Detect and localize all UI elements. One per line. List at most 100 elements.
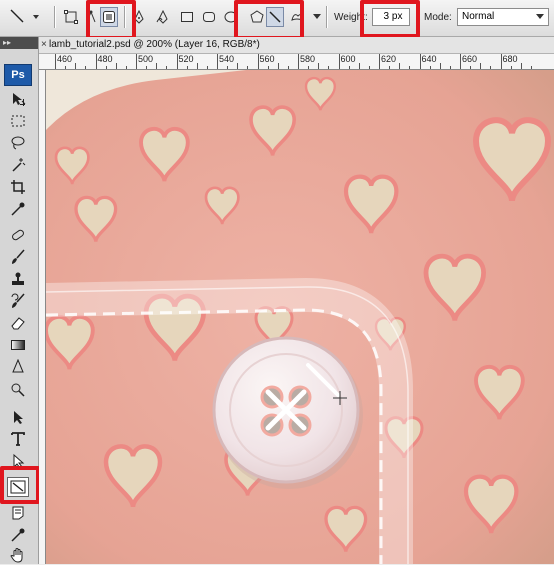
eraser-tool[interactable] [7, 313, 29, 333]
polygon-tool-button[interactable] [248, 7, 266, 27]
ruler-tick [85, 66, 87, 69]
mode-select[interactable]: Normal [457, 8, 549, 26]
path-selection-tool[interactable] [7, 407, 29, 427]
tools-panel: ▸▸ Ps [0, 37, 39, 564]
document-tab[interactable]: × lamb_tutorial2.psd @ 200% (Layer 16, R… [39, 37, 554, 54]
lasso-tool[interactable] [7, 133, 29, 153]
eyedropper-tool[interactable] [7, 199, 29, 219]
ruler-label: 480 [97, 54, 113, 64]
ruler-tick [267, 66, 269, 69]
move-tool[interactable] [7, 89, 29, 109]
dodge-tool[interactable] [7, 379, 29, 399]
ruler-tick [287, 66, 289, 69]
ruler-tick [379, 54, 380, 69]
ruler-tick [65, 66, 67, 69]
crop-icon [11, 180, 25, 194]
rounded-rectangle-tool-button[interactable] [200, 7, 218, 27]
marquee-tool[interactable] [7, 111, 29, 131]
ruler-label: 460 [57, 54, 73, 64]
clone-stamp-tool[interactable] [7, 269, 29, 289]
collapse-arrows: ▸▸ [3, 38, 12, 47]
path-selection-icon [14, 411, 23, 424]
magic-wand-tool[interactable] [7, 155, 29, 175]
separator [124, 6, 126, 28]
ruler-label: 680 [502, 54, 518, 64]
history-brush-icon [11, 293, 25, 308]
notes-tool[interactable] [7, 503, 29, 523]
polygon-icon [250, 10, 264, 23]
line-icon [269, 11, 281, 23]
ruler-tick [480, 63, 482, 69]
direct-selection-icon [13, 453, 25, 469]
ruler-tick [460, 54, 461, 69]
canvas-artwork [46, 70, 554, 564]
freeform-pen-button[interactable] [154, 7, 172, 27]
gradient-icon [11, 340, 25, 350]
chevron-down-icon [313, 14, 321, 19]
blur-tool[interactable] [7, 357, 29, 377]
eyedropper-tool-2[interactable] [7, 525, 29, 545]
ruler-label: 640 [421, 54, 437, 64]
ruler-tick [115, 63, 117, 69]
paths-icon [86, 10, 96, 23]
bandage-icon [12, 229, 24, 241]
eraser-icon [11, 317, 25, 330]
custom-shape-icon [291, 14, 303, 21]
ruler-tick [429, 66, 431, 69]
pen-tool-button[interactable] [130, 7, 148, 27]
line-tool-button[interactable] [266, 7, 284, 27]
paths-button[interactable] [82, 7, 100, 27]
ruler-tick [156, 63, 158, 69]
ruler-tick [277, 63, 279, 69]
shape-layers-button[interactable] [62, 7, 80, 27]
shape-layers-icon [64, 10, 78, 24]
separator [54, 6, 56, 28]
hand-icon [10, 548, 23, 563]
tool-preset-picker[interactable] [4, 7, 42, 27]
eyedropper-icon [11, 528, 25, 542]
direct-selection-tool[interactable] [7, 451, 29, 471]
notes-icon [12, 506, 24, 520]
healing-brush-tool[interactable] [7, 225, 29, 245]
ruler-tick [530, 66, 532, 69]
ruler-tick [176, 54, 178, 69]
shape-dropdown[interactable] [312, 7, 322, 27]
rounded-rectangle-icon [203, 12, 215, 22]
history-brush-tool[interactable] [7, 291, 29, 311]
brush-tool[interactable] [7, 247, 29, 267]
ellipse-tool-button[interactable] [222, 7, 240, 27]
weight-input[interactable]: 3 px [372, 8, 410, 26]
vertical-ruler [39, 70, 46, 564]
tools-panel-grip[interactable]: ▸▸ [0, 37, 38, 49]
hand-tool[interactable] [7, 545, 29, 565]
ruler-tick [399, 63, 401, 69]
ruler-tick [449, 66, 451, 69]
ruler-tick [75, 63, 77, 69]
ruler-label: 500 [138, 54, 154, 64]
ellipse-icon [224, 11, 238, 23]
fill-pixels-button[interactable] [100, 7, 118, 27]
line-tool[interactable] [7, 477, 29, 497]
weight-label: Weight: [334, 11, 368, 23]
ruler-tick [470, 66, 472, 69]
rectangle-tool-button[interactable] [178, 7, 196, 27]
ruler-tick [257, 54, 259, 69]
type-tool[interactable] [7, 429, 29, 449]
custom-shape-tool-button[interactable] [288, 7, 306, 27]
ruler-tick [318, 63, 320, 69]
rectangle-icon [181, 12, 193, 22]
ruler-label: 660 [462, 54, 478, 64]
ruler-tick [490, 66, 492, 69]
ruler-tick [298, 54, 299, 69]
document-canvas[interactable] [46, 70, 554, 564]
ruler-label: 520 [178, 54, 194, 64]
gradient-tool[interactable] [7, 335, 29, 355]
ruler-tick [136, 54, 137, 69]
ruler-tick [409, 66, 411, 69]
document-title: lamb_tutorial2.psd @ 200% (Layer 16, RGB… [49, 39, 260, 50]
options-bar: Weight: 3 px Mode: Normal [0, 0, 554, 37]
fill-pixels-icon [103, 11, 115, 23]
crop-tool[interactable] [7, 177, 29, 197]
ruler-tick [105, 66, 107, 69]
blur-icon [12, 359, 24, 373]
